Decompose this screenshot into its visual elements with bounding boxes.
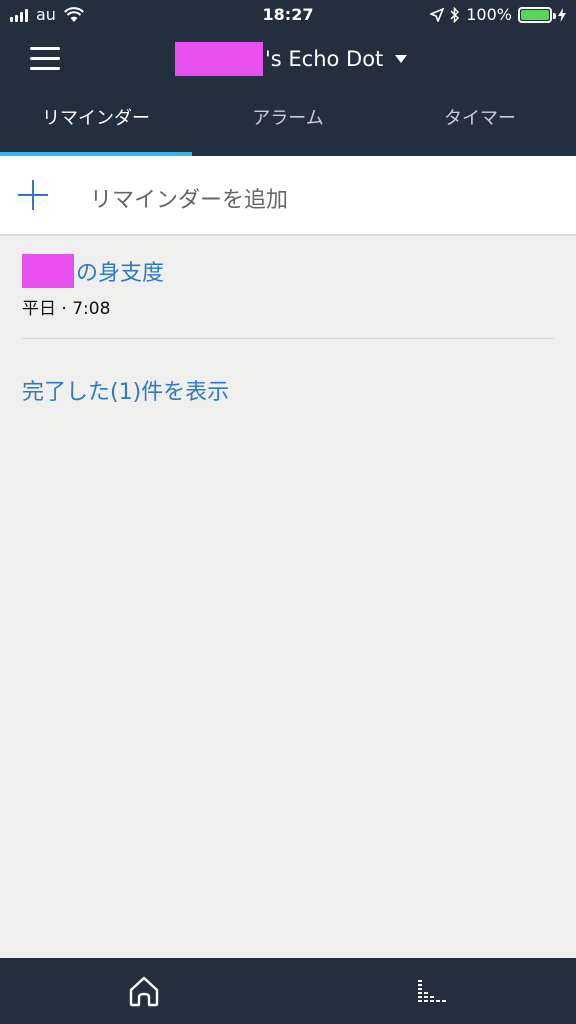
battery-percent: 100% <box>466 5 512 24</box>
bluetooth-icon <box>450 6 460 23</box>
add-reminder-button[interactable]: リマインダーを追加 <box>0 156 576 236</box>
device-name: 's Echo Dot <box>265 47 384 71</box>
tab-reminders[interactable]: リマインダー <box>0 90 192 156</box>
location-arrow-icon <box>430 7 445 22</box>
status-bar: au 18:27 100% <box>0 0 576 30</box>
show-completed-link[interactable]: 完了した(1)件を表示 <box>22 374 229 406</box>
device-selector[interactable]: 's Echo Dot <box>175 42 408 76</box>
tab-timers[interactable]: タイマー <box>384 90 576 156</box>
charging-bolt-icon <box>558 7 566 22</box>
home-icon[interactable] <box>127 974 161 1008</box>
reminder-title-text: の身支度 <box>76 261 165 286</box>
equalizer-icon[interactable] <box>416 976 448 1006</box>
reminder-item[interactable]: の身支度 平日 · 7:08 <box>22 254 554 319</box>
add-reminder-label: リマインダーを追加 <box>90 188 289 213</box>
hamburger-menu-icon[interactable] <box>30 47 60 71</box>
reminder-schedule: 平日 · 7:08 <box>22 299 111 319</box>
divider <box>22 338 554 339</box>
status-right: 100% <box>430 5 566 24</box>
tab-alarms[interactable]: アラーム <box>192 90 384 156</box>
bottom-navigation <box>0 958 576 1024</box>
reminder-title: の身支度 <box>22 254 554 288</box>
redacted-name <box>22 254 74 288</box>
chevron-down-icon <box>395 55 408 63</box>
nav-bar: 's Echo Dot <box>0 30 576 90</box>
app-header: au 18:27 100% 's Echo Dot リマインダー アラーム タイ… <box>0 0 576 156</box>
plus-icon <box>18 180 48 210</box>
redacted-owner-name <box>175 42 263 76</box>
tab-bar: リマインダー アラーム タイマー <box>0 90 576 156</box>
battery-icon <box>518 6 556 23</box>
